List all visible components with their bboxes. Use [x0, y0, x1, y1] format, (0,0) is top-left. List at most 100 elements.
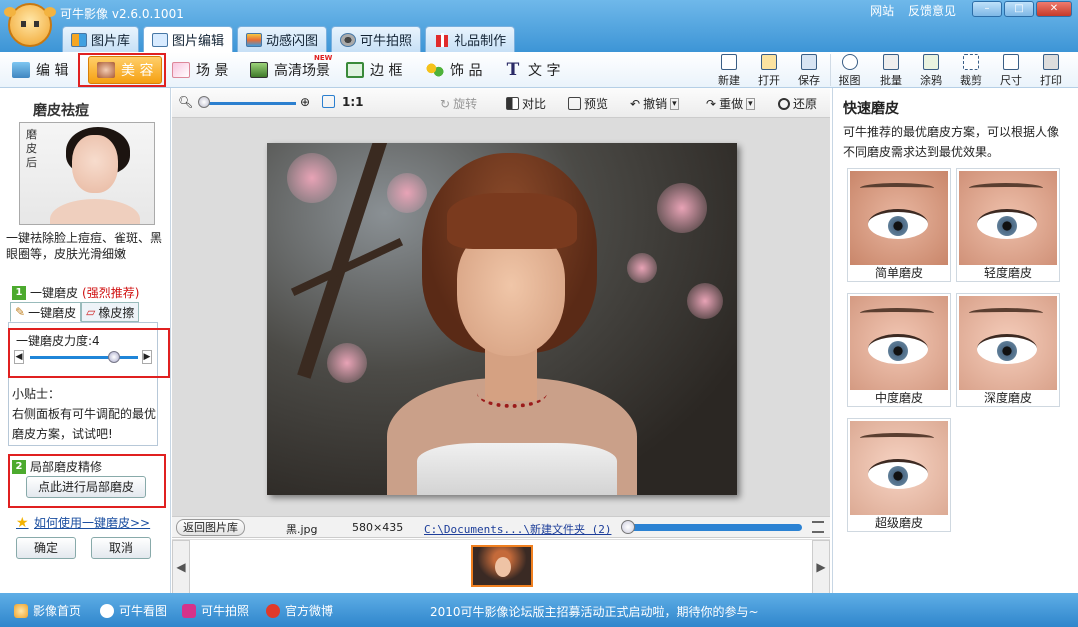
feedback-link[interactable]: 反馈意见 — [908, 4, 956, 18]
redo-button[interactable]: ↷ 重做 ▾ — [706, 95, 755, 112]
preset-super[interactable]: 超级磨皮 — [847, 418, 951, 532]
viewer-link[interactable]: 可牛看图 — [100, 602, 167, 619]
recommend-note: (强烈推荐) — [82, 286, 140, 300]
subtab-text[interactable]: T文 字 — [504, 56, 561, 84]
fit-button[interactable] — [322, 95, 335, 108]
crop-tool[interactable]: 裁剪 — [952, 54, 990, 87]
tab-flash[interactable]: 动感闪图 — [237, 26, 328, 52]
zoom-slider[interactable] — [202, 102, 296, 105]
preview-image: 磨皮后 — [19, 122, 155, 225]
home-link[interactable]: 影像首页 — [14, 602, 81, 619]
step-one: 1 一键磨皮 (强烈推荐) — [12, 284, 139, 301]
preset-light[interactable]: 轻度磨皮 — [956, 168, 1060, 282]
howto-link[interactable]: ★ 如何使用一键磨皮>> — [16, 514, 150, 531]
app-version: v2.6.0.1001 — [111, 7, 184, 21]
file-name: 黑.jpg — [286, 523, 318, 536]
hd-scene-icon — [250, 62, 268, 78]
minimize-button[interactable]: – — [972, 1, 1002, 17]
maximize-button[interactable]: □ — [1004, 1, 1034, 17]
zoom-in-icon: ⊕ — [300, 95, 311, 109]
weibo-link[interactable]: 官方微博 — [266, 602, 333, 619]
subtab-label: 文 字 — [528, 63, 561, 79]
canvas-area[interactable] — [172, 118, 830, 516]
bottom-link-label: 官方微博 — [285, 604, 334, 618]
edited-photo[interactable] — [267, 143, 737, 495]
tab-eraser[interactable]: ▱ 橡皮擦 — [81, 302, 140, 322]
cutout-tool[interactable]: 抠图 — [830, 54, 868, 87]
back-to-library-button[interactable]: 返回图片库 — [176, 519, 245, 536]
subtab-accessory[interactable]: 饰 品 — [426, 56, 482, 84]
howto-text[interactable]: 如何使用一键磨皮>> — [34, 514, 150, 531]
website-link[interactable]: 网站 — [870, 4, 894, 18]
file-path-link[interactable]: C:\Documents...\新建文件夹 (2) — [424, 521, 611, 537]
preview-button[interactable]: 预览 — [568, 95, 608, 112]
redo-dropdown-icon[interactable]: ▾ — [746, 97, 755, 110]
eye-icon — [977, 334, 1037, 364]
preset-medium[interactable]: 中度磨皮 — [847, 293, 951, 407]
subtab-edit[interactable]: 编 辑 — [12, 56, 68, 84]
camera-link[interactable]: 可牛拍照 — [182, 602, 249, 619]
feature-description: 一键祛除脸上痘痘、雀斑、黑眼圈等，皮肤光滑细嫩 — [6, 231, 163, 261]
zoom-in-button[interactable]: ⊕ — [300, 95, 310, 109]
tab-gift[interactable]: 礼品制作 — [425, 26, 516, 52]
subtab-hd-scene[interactable]: 高清场景 NEW — [250, 54, 332, 84]
preset-label: 简单磨皮 — [874, 266, 923, 280]
canvas-toolbar: 🔍︎ ⊕ 1:1 ↻ 旋转 对比 预览 ↶ 撤销 ▾ ↷ 重做 ▾ 还原 — [172, 88, 830, 118]
edit-photo-icon — [12, 62, 30, 78]
function-toolbar: 编 辑 美 容 场 景 高清场景 NEW 边 框 饰 品 T文 字 新建 打开 保… — [0, 52, 1078, 88]
undo-label: 撤销 — [643, 97, 668, 111]
preset-simple[interactable]: 简单磨皮 — [847, 168, 951, 282]
tab-edit[interactable]: 图片编辑 — [143, 26, 234, 52]
app-title: 可牛影像 v2.6.0.1001 — [60, 5, 184, 22]
scroll-left-arrow-icon[interactable]: ◀ — [172, 540, 190, 594]
ok-button[interactable]: 确定 — [16, 537, 76, 559]
close-button[interactable]: ✕ — [1036, 1, 1072, 17]
tab-library[interactable]: 图片库 — [62, 26, 140, 52]
preset-image — [850, 171, 948, 265]
scene-icon — [172, 62, 190, 78]
compare-button[interactable]: 对比 — [506, 95, 546, 112]
preview-label: 预览 — [584, 97, 609, 111]
tab-one-click[interactable]: ✎ 一键磨皮 — [10, 302, 82, 322]
scroll-right-arrow-icon[interactable]: ▶ — [812, 540, 830, 594]
cancel-button[interactable]: 取消 — [91, 537, 151, 559]
rotate-button[interactable]: ↻ 旋转 — [440, 95, 477, 112]
thumbnail-scroll-bar[interactable] — [624, 524, 802, 531]
tab-label: 可牛拍照 — [360, 34, 413, 49]
main-tabs: 图片库 图片编辑 动感闪图 可牛拍照 礼品制作 — [62, 26, 516, 52]
batch-tool[interactable]: 批量 — [872, 54, 910, 87]
tab-label: 图片库 — [91, 34, 131, 49]
undo-dropdown-icon[interactable]: ▾ — [670, 97, 679, 110]
menu-icon[interactable] — [812, 521, 824, 533]
save-tool[interactable]: 保存 — [790, 54, 828, 87]
accessory-icon — [426, 62, 444, 78]
brush-tabs: ✎ 一键磨皮 ▱ 橡皮擦 — [10, 302, 140, 322]
restore-button[interactable]: 还原 — [778, 95, 817, 112]
gift-icon — [434, 32, 450, 47]
photo-thumbnail[interactable] — [471, 545, 533, 587]
quick-smooth-title: 快速磨皮 — [843, 101, 899, 117]
subtab-scene[interactable]: 场 景 — [172, 56, 228, 84]
app-logo-icon — [4, 3, 56, 47]
new-tool[interactable]: 新建 — [710, 54, 748, 87]
news-ticker[interactable]: 2010可牛影像论坛版主招募活动正式启动啦，期待你的参与~ — [430, 603, 759, 620]
doodle-tool[interactable]: 涂鸦 — [912, 54, 950, 87]
thumbnail-scroll-knob[interactable] — [621, 520, 635, 534]
zoom-out-button[interactable]: 🔍︎ — [178, 95, 193, 109]
tab-camera[interactable]: 可牛拍照 — [331, 26, 422, 52]
print-tool[interactable]: 打印 — [1032, 54, 1070, 87]
tool-label: 批量 — [880, 74, 902, 87]
zoom-thumb[interactable] — [198, 96, 210, 108]
tool-label: 裁剪 — [960, 74, 982, 87]
preset-deep[interactable]: 深度磨皮 — [956, 293, 1060, 407]
batch-icon — [883, 54, 899, 70]
undo-button[interactable]: ↶ 撤销 ▾ — [630, 95, 679, 112]
resize-tool[interactable]: 尺寸 — [992, 54, 1030, 87]
preview-icon — [568, 97, 581, 110]
subtab-frame[interactable]: 边 框 — [346, 56, 402, 84]
tip-title: 小贴士： — [12, 387, 61, 401]
image-status-bar: 返回图片库 黑.jpg 580×435 C:\Documents...\新建文件… — [172, 516, 830, 538]
actual-size-button[interactable]: 1:1 — [342, 95, 364, 109]
open-tool[interactable]: 打开 — [750, 54, 788, 87]
compare-label: 对比 — [522, 97, 547, 111]
